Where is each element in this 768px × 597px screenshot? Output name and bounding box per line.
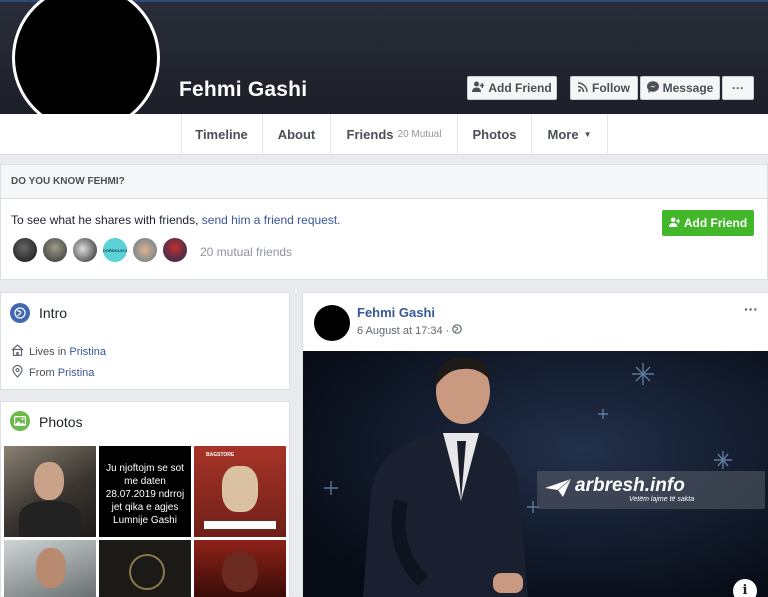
add-friend-label: Add Friend [488,81,552,95]
paper-plane-icon [545,478,572,502]
public-globe-icon [452,324,463,337]
globe-icon [10,303,30,323]
post-author-name[interactable]: Fehmi Gashi [357,305,435,320]
intro-title: Intro [39,305,68,321]
post-options-button[interactable]: ··· [744,301,758,317]
add-friend-green-label: Add Friend [683,216,748,230]
tab-divider [181,114,182,154]
watermark-tagline: Vetëm lajme të sakta [629,496,695,503]
location-pin-icon [11,364,24,381]
photos-title: Photos [39,414,83,430]
tab-more[interactable]: More ▼ [532,114,608,154]
add-friend-green-button[interactable]: Add Friend [662,210,754,236]
photos-icon [10,411,30,431]
tab-more-label: More [547,126,579,142]
photos-card: Photos Ju njoftojm se sot me daten 28.07… [0,401,290,597]
tab-photos-label: Photos [472,126,517,142]
photo-thumbnail[interactable] [4,446,96,537]
follow-button[interactable]: Follow [570,76,638,100]
post-author-avatar[interactable] [314,305,350,341]
bagstore-label: BAGSTORE [206,452,235,458]
info-icon[interactable]: i [733,579,757,597]
from-row: From Pristina [11,364,95,381]
mutual-friend-avatar[interactable] [11,236,39,264]
watermark: arbresh.info Vetëm lajme të sakta [537,471,765,509]
from-link[interactable]: Pristina [58,367,95,379]
lives-in-link[interactable]: Pristina [69,346,106,358]
prompt-text: To see what he shares with friends, [11,213,202,227]
add-friend-icon [472,81,486,95]
info-letter: i [742,583,748,597]
face-shape [36,548,66,588]
from-prefix: From [29,367,58,379]
tab-photos[interactable]: Photos [458,114,532,154]
lives-in-prefix: Lives in [29,345,70,358]
photo-thumbnail[interactable] [99,540,191,597]
face-shape [222,466,258,512]
tab-about[interactable]: About [263,114,331,154]
tab-about-label: About [277,126,316,142]
post-timestamp: 6 August at 17:34 · [357,324,463,337]
do-you-know-heading: DO YOU KNOW FEHMI? [1,165,767,199]
mutual-friend-avatar[interactable] [41,236,69,264]
mutual-friend-avatar[interactable] [161,236,189,264]
tab-timeline-label: Timeline [195,126,248,142]
post-image[interactable]: arbresh.info Vetëm lajme të sakta i [303,351,768,597]
do-you-know-card: DO YOU KNOW FEHMI? To see what he shares… [0,164,768,280]
chevron-down-icon: ▼ [583,129,592,139]
more-options-button[interactable]: ··· [722,76,754,100]
watermark-brand: arbresh.info [575,475,685,496]
mutual-friend-avatar[interactable]: DORDOLECI [101,236,129,264]
shirt-shape [19,501,81,537]
face-shape [222,552,258,592]
follow-label: Follow [592,81,630,95]
profile-nav: Timeline About Friends 20 Mutual Photos … [0,114,768,155]
photo-thumbnail-text[interactable]: Ju njoftojm se sot me daten 28.07.2019 n… [99,446,191,537]
intro-card: Intro Lives in Pristina From Pristina [0,292,290,390]
mutual-avatar-text: DORDOLECI [103,247,127,253]
friend-request-prompt: To see what he shares with friends, send… [11,213,341,227]
mutual-friend-avatar[interactable] [131,236,159,264]
caption-strip [204,521,276,529]
add-friend-icon [668,216,681,230]
ornament-shape [129,554,165,590]
photo-thumbnail[interactable] [194,540,286,597]
photo-thumbnail[interactable]: BAGSTORE [194,446,286,537]
add-friend-button[interactable]: Add Friend [467,76,557,100]
messenger-icon [646,80,659,96]
lives-in-row: Lives in Pristina [11,344,106,359]
post-date-text[interactable]: 6 August at 17:34 · [357,325,449,337]
mutual-friend-avatar[interactable] [71,236,99,264]
face-shape [34,462,64,500]
rss-icon [577,81,588,95]
mutual-friends-count[interactable]: 20 mutual friends [200,245,292,259]
message-button[interactable]: Message [640,76,720,100]
message-label: Message [662,81,714,95]
send-friend-request-link[interactable]: send him a friend request. [202,213,341,227]
home-icon [11,344,24,359]
tab-friends[interactable]: Friends 20 Mutual [331,114,458,154]
photo-thumbnail[interactable] [4,540,96,597]
tab-friends-mutual-count: 20 Mutual [397,128,442,140]
tab-friends-label: Friends [346,126,394,142]
post-card: Fehmi Gashi 6 August at 17:34 · ··· arbr… [302,292,768,597]
tab-timeline[interactable]: Timeline [181,114,263,154]
more-options-label: ··· [732,81,744,95]
photo-text-content: Ju njoftojm se sot me daten 28.07.2019 n… [105,463,185,526]
profile-name[interactable]: Fehmi Gashi [179,78,307,102]
